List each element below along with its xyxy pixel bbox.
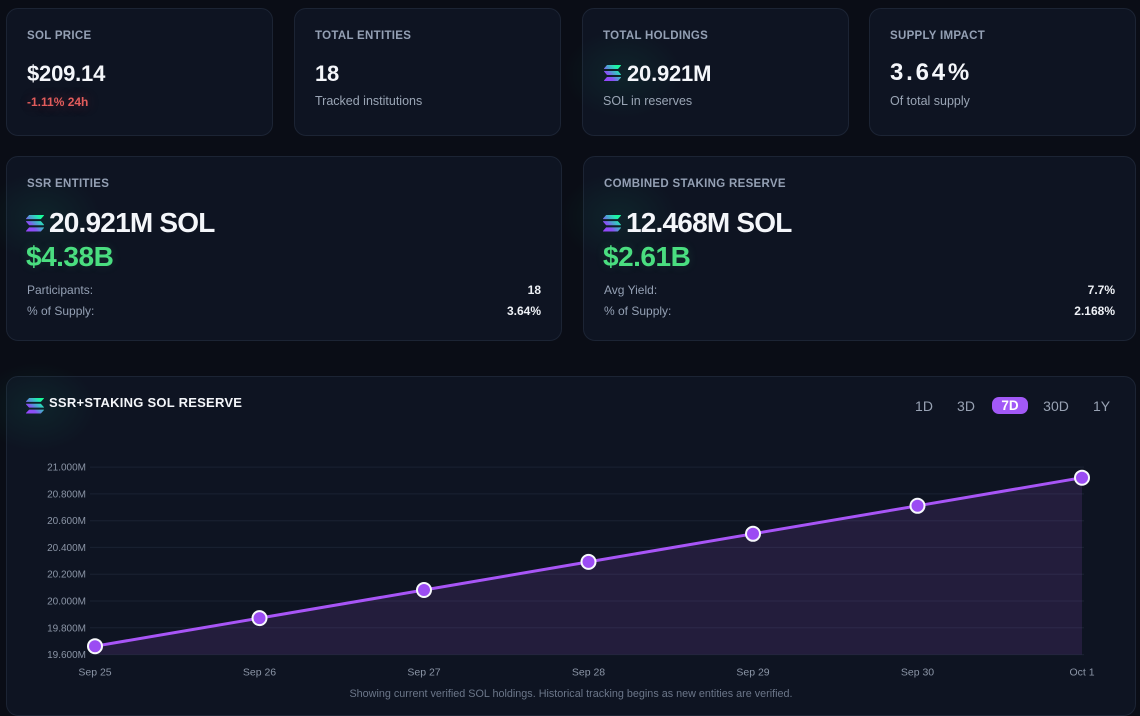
svg-text:Showing current verified SOL h: Showing current verified SOL holdings. H… [349,688,792,700]
svg-text:Sep 29: Sep 29 [736,667,769,679]
svg-text:19.600M: 19.600M [47,650,86,661]
svg-text:Sep 28: Sep 28 [572,667,605,679]
svg-text:20.400M: 20.400M [47,543,86,554]
svg-text:21.000M: 21.000M [47,463,86,474]
svg-text:Oct 1: Oct 1 [1069,667,1094,679]
svg-text:20.800M: 20.800M [47,489,86,500]
svg-text:Sep 26: Sep 26 [243,667,276,679]
svg-text:Sep 27: Sep 27 [407,667,440,679]
svg-text:Sep 25: Sep 25 [78,667,111,679]
svg-text:20.000M: 20.000M [47,597,86,608]
svg-text:Sep 30: Sep 30 [901,667,934,679]
svg-text:19.800M: 19.800M [47,623,86,634]
svg-text:20.600M: 20.600M [47,516,86,527]
svg-text:20.200M: 20.200M [47,570,86,581]
